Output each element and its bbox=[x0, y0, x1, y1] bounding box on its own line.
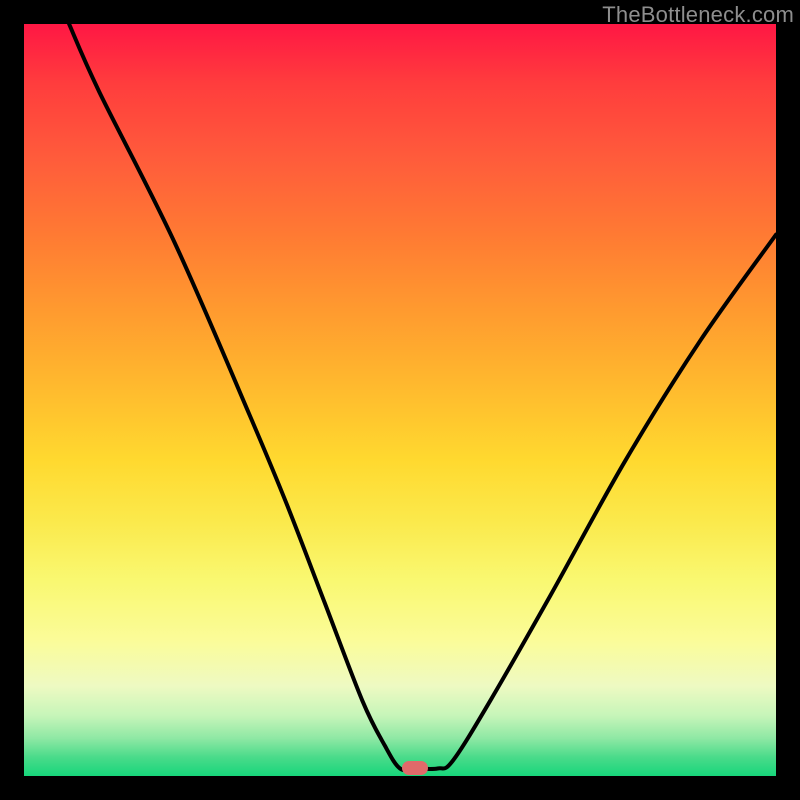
optimum-marker bbox=[402, 761, 428, 775]
plot-area bbox=[24, 24, 776, 776]
chart-frame: TheBottleneck.com bbox=[0, 0, 800, 800]
bottleneck-curve bbox=[24, 24, 776, 776]
